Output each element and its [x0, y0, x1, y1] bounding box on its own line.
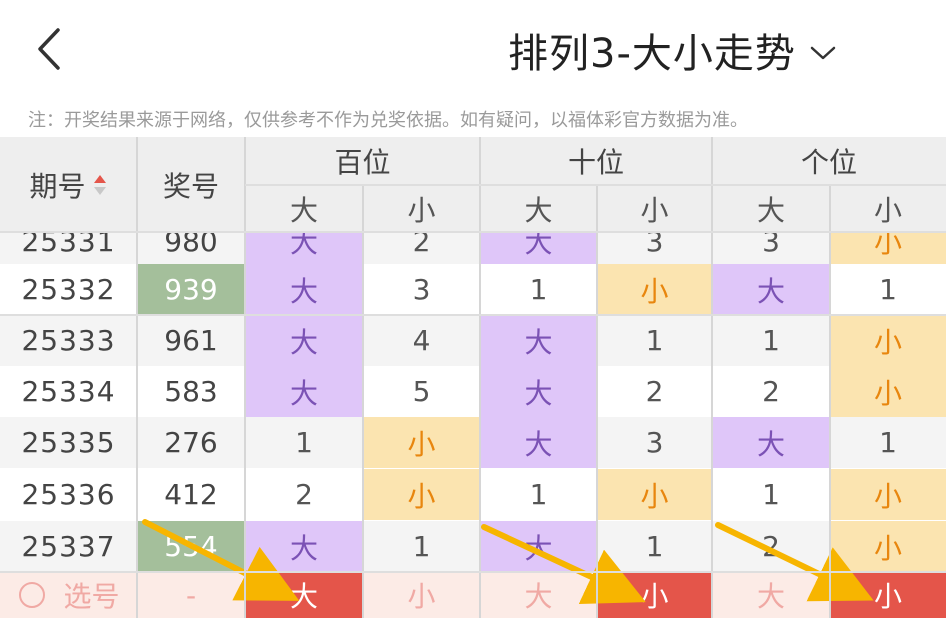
select-cell[interactable]: 大: [245, 572, 363, 618]
select-cell[interactable]: 大: [480, 572, 597, 618]
trend-table: 期号 奖号 百位大小十位大小个位大小 25331 980 大 2 大 3 3 小 25332 939 大 3…: [0, 0, 946, 618]
trend-cell: 2: [712, 366, 830, 417]
trend-cell: 小: [597, 264, 712, 315]
grid-line: [362, 185, 364, 618]
trend-cell: 5: [363, 366, 480, 417]
select-cell[interactable]: 小: [363, 572, 480, 618]
trend-cell: 小: [363, 417, 480, 468]
trend-cell: 1: [712, 315, 830, 366]
trend-cell: 小: [597, 469, 712, 520]
trend-cell: 大: [480, 366, 597, 417]
trend-cell: 大: [480, 417, 597, 468]
trend-cell: 1: [480, 469, 597, 520]
sub-header-big: 大: [245, 185, 363, 232]
number-cell: 412: [137, 469, 245, 520]
sub-header-small: 小: [597, 185, 712, 232]
trend-cell: 2: [245, 469, 363, 520]
grid-line: [244, 137, 246, 618]
trend-cell: 1: [830, 264, 946, 315]
select-cell[interactable]: 大: [712, 572, 830, 618]
select-label: 选号: [63, 580, 120, 613]
period-cell: 25334: [0, 366, 137, 417]
trend-cell: 1: [597, 521, 712, 572]
group-header-0: 百位: [245, 137, 480, 185]
period-cell: 25333: [0, 315, 137, 366]
number-cell: 961: [137, 315, 245, 366]
column-header-period[interactable]: 期号: [0, 137, 137, 232]
number-cell: 554: [137, 521, 245, 572]
trend-cell: 小: [830, 315, 946, 366]
group-header-2: 个位: [712, 137, 946, 185]
grid-line: [0, 571, 946, 573]
trend-cell: 大: [245, 264, 363, 315]
grid-line: [136, 137, 138, 618]
trend-cell: 1: [597, 315, 712, 366]
grid-line: [711, 137, 713, 618]
trend-cell: 大: [712, 417, 830, 468]
number-cell: 583: [137, 366, 245, 417]
column-header-number: 奖号: [137, 137, 245, 232]
period-cell: 25337: [0, 521, 137, 572]
group-header-1: 十位: [480, 137, 712, 185]
trend-cell: 2: [712, 521, 830, 572]
grid-line: [0, 314, 946, 316]
grid-line: [245, 184, 946, 186]
trend-cell: 大: [480, 521, 597, 572]
trend-cell: 小: [830, 521, 946, 572]
period-cell: 25336: [0, 469, 137, 520]
trend-cell: 小: [830, 469, 946, 520]
select-cell[interactable]: 小: [830, 572, 946, 618]
trend-cell: 大: [245, 521, 363, 572]
trend-cell: 大: [712, 264, 830, 315]
grid-line: [829, 185, 831, 618]
trend-cell: 小: [830, 366, 946, 417]
number-cell: 939: [137, 264, 245, 315]
trend-cell: 大: [480, 315, 597, 366]
sub-header-big: 大: [712, 185, 830, 232]
trend-cell: 4: [363, 315, 480, 366]
trend-cell: 大: [245, 366, 363, 417]
trend-cell: 大: [245, 315, 363, 366]
trend-cell: 2: [597, 366, 712, 417]
trend-cell: 3: [363, 264, 480, 315]
trend-cell: 1: [363, 521, 480, 572]
period-cell: 25332: [0, 264, 137, 315]
period-cell: 25335: [0, 417, 137, 468]
circle-radio-icon[interactable]: [17, 580, 47, 610]
sub-header-big: 大: [480, 185, 597, 232]
select-cell[interactable]: 小: [597, 572, 712, 618]
sub-header-small: 小: [363, 185, 480, 232]
trend-cell: 3: [597, 417, 712, 468]
number-cell: 276: [137, 417, 245, 468]
trend-cell: 1: [480, 264, 597, 315]
trend-cell: 1: [245, 417, 363, 468]
select-number-dash: -: [137, 572, 245, 618]
select-number-button[interactable]: 选号: [0, 572, 137, 618]
trend-cell: 小: [363, 469, 480, 520]
trend-cell: 1: [712, 469, 830, 520]
sub-header-small: 小: [830, 185, 946, 232]
trend-cell: 1: [830, 417, 946, 468]
period-header-label: 期号: [29, 169, 86, 203]
sort-icon[interactable]: [92, 173, 108, 197]
grid-line: [479, 137, 481, 618]
grid-line: [596, 185, 598, 618]
grid-line: [0, 231, 946, 233]
